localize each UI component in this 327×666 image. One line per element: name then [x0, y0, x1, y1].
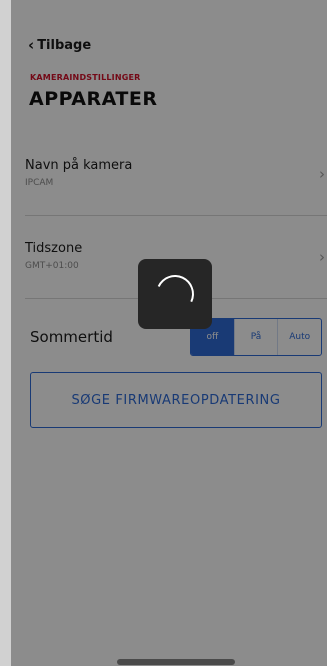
settings-screen: ‹ Tilbage KAMERAINDSTILLINGER APPARATER …	[0, 0, 327, 666]
spinner-icon	[150, 269, 200, 319]
loading-overlay	[0, 0, 327, 666]
loading-indicator	[138, 259, 212, 329]
screen-edge	[0, 0, 11, 666]
home-indicator	[117, 659, 235, 665]
